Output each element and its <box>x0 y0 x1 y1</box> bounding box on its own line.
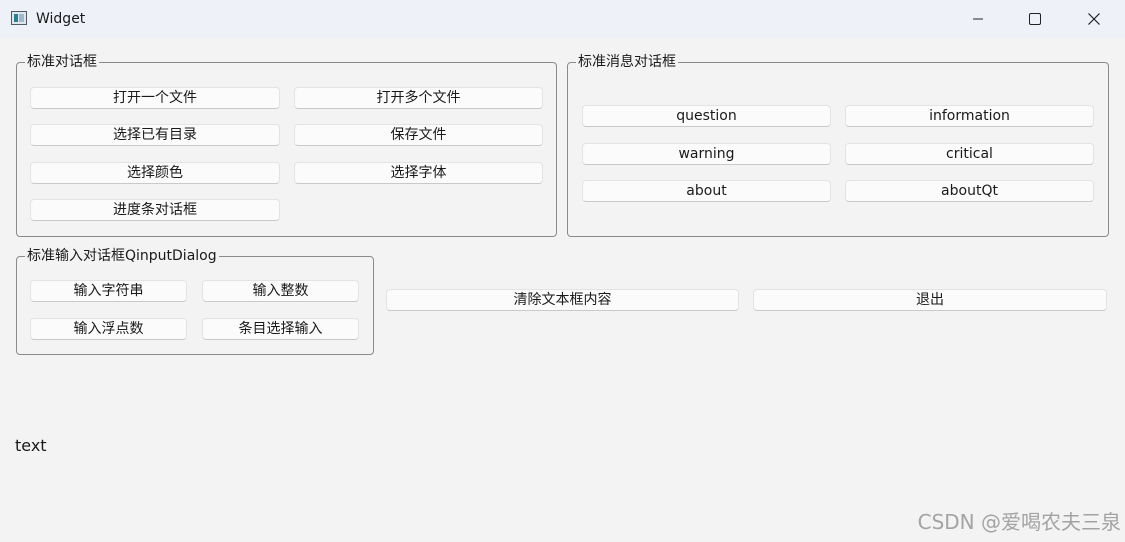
close-button[interactable] <box>1066 0 1122 38</box>
watermark: CSDN @爱喝农夫三泉 <box>917 510 1121 534</box>
minimize-button[interactable] <box>950 0 1006 38</box>
group-title: 标准对话框 <box>25 54 99 70</box>
maximize-icon <box>1029 13 1041 25</box>
about-qt-button[interactable]: aboutQt <box>845 180 1094 202</box>
input-string-button[interactable]: 输入字符串 <box>30 280 187 302</box>
question-button[interactable]: question <box>582 105 831 127</box>
information-button[interactable]: information <box>845 105 1094 127</box>
group-title: 标准消息对话框 <box>576 54 678 70</box>
progress-dialog-button[interactable]: 进度条对话框 <box>30 199 280 221</box>
input-float-button[interactable]: 输入浮点数 <box>30 318 187 340</box>
critical-button[interactable]: critical <box>845 143 1094 165</box>
input-integer-button[interactable]: 输入整数 <box>202 280 359 302</box>
about-button[interactable]: about <box>582 180 831 202</box>
select-color-button[interactable]: 选择颜色 <box>30 162 280 184</box>
output-text: text <box>15 436 47 455</box>
save-file-button[interactable]: 保存文件 <box>294 124 543 146</box>
close-icon <box>1088 13 1100 25</box>
select-font-button[interactable]: 选择字体 <box>294 162 543 184</box>
warning-button[interactable]: warning <box>582 143 831 165</box>
select-directory-button[interactable]: 选择已有目录 <box>30 124 280 146</box>
app-window-icon <box>11 11 27 25</box>
window-title: Widget <box>36 11 86 27</box>
group-title: 标准输入对话框QinputDialog <box>25 248 219 264</box>
title-bar[interactable]: Widget <box>0 0 1125 38</box>
minimize-icon <box>973 18 983 20</box>
input-item-button[interactable]: 条目选择输入 <box>202 318 359 340</box>
clear-text-button[interactable]: 清除文本框内容 <box>386 289 739 311</box>
open-files-button[interactable]: 打开多个文件 <box>294 87 543 109</box>
open-file-button[interactable]: 打开一个文件 <box>30 87 280 109</box>
maximize-button[interactable] <box>1007 0 1063 38</box>
input-dialogs-group: 标准输入对话框QinputDialog <box>16 248 374 355</box>
exit-button[interactable]: 退出 <box>753 289 1107 311</box>
